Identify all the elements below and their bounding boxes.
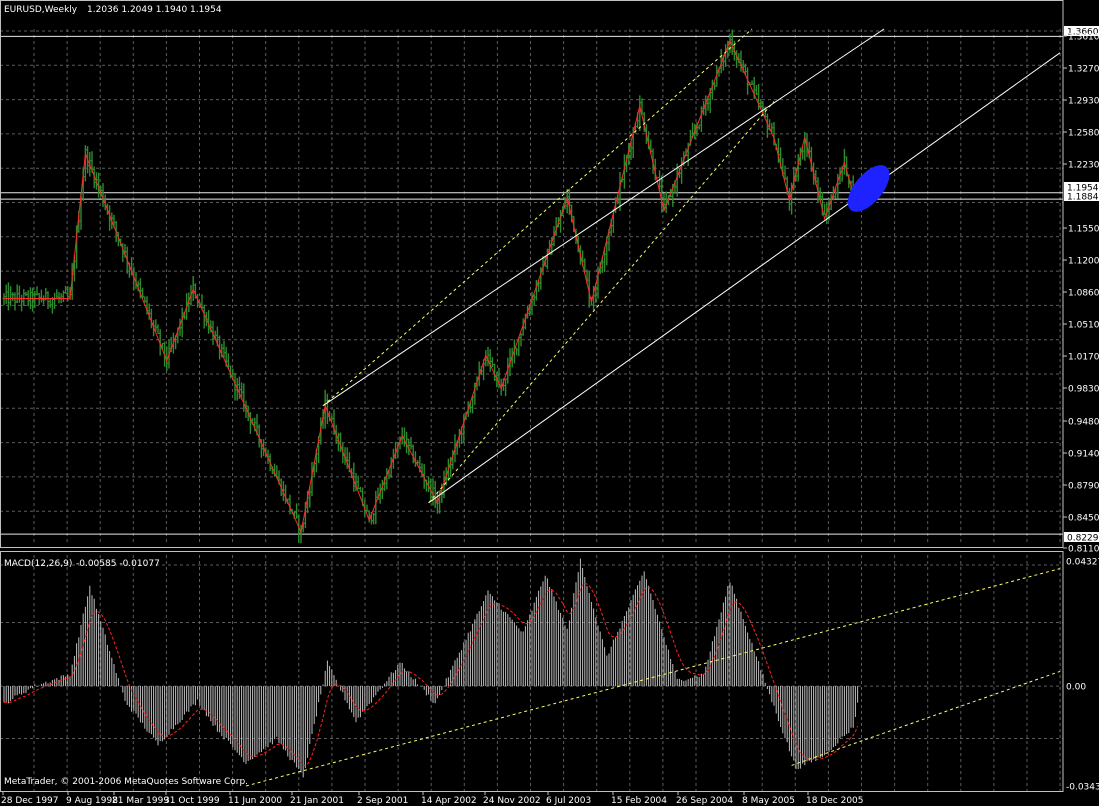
price-tick-label: 0.9140 xyxy=(1068,450,1099,460)
price-tick-label: 1.1550 xyxy=(1068,225,1099,235)
ohlc-values: 1.2036 1.2049 1.1940 1.1954 xyxy=(87,5,222,15)
price-tick-label: 1.0170 xyxy=(1068,353,1099,363)
x-tick-label: 21 Mar 1999 xyxy=(112,796,169,806)
x-tick-label: 31 Oct 1999 xyxy=(164,796,220,806)
price-tick-label: 1.3610 xyxy=(1068,33,1099,43)
x-tick-label: 2 Sep 2001 xyxy=(357,796,408,806)
x-tick-label: 6 Jul 2003 xyxy=(546,796,591,806)
watermark: MetaTrader, © 2001-2006 MetaQuotes Softw… xyxy=(4,777,248,787)
x-tick-label: 24 Nov 2002 xyxy=(483,796,541,806)
x-tick-label: 8 May 2005 xyxy=(742,796,795,806)
price-tick-label: 1.1884 xyxy=(1067,193,1099,203)
x-tick-label: 28 Dec 1997 xyxy=(1,796,59,806)
price-tick-label: 0.8229 xyxy=(1067,534,1099,544)
price-tick-label: 0.8450 xyxy=(1068,514,1099,524)
macd-values: -0.00585 -0.01077 xyxy=(76,559,160,569)
price-tick-label: 0.8790 xyxy=(1068,482,1099,492)
x-tick-label: 15 Feb 2004 xyxy=(611,796,667,806)
macd-tick-label: 0.04327 xyxy=(1066,558,1099,568)
x-tick-label: 14 Apr 2002 xyxy=(421,796,477,806)
price-tick-label: 0.8110 xyxy=(1068,545,1099,555)
price-tick-label: 1.2230 xyxy=(1068,161,1099,171)
macd-tick-label: 0.00 xyxy=(1066,683,1086,693)
x-tick-label: 11 Jun 2000 xyxy=(228,796,282,806)
x-tick-label: 21 Jan 2001 xyxy=(290,796,344,806)
chart[interactable]: 1.36601.36101.32701.29301.25801.22301.19… xyxy=(0,0,1099,806)
x-tick-label: 26 Sep 2004 xyxy=(676,796,733,806)
x-tick-label: 18 Dec 2005 xyxy=(806,796,864,806)
price-tick-label: 1.2580 xyxy=(1068,129,1099,139)
price-tick-label: 1.0860 xyxy=(1068,289,1099,299)
price-tick-label: 1.3270 xyxy=(1068,65,1099,75)
symbol-label: EURUSD,Weekly xyxy=(4,5,78,15)
price-tick-label: 1.2930 xyxy=(1068,97,1099,107)
price-tick-label: 1.1200 xyxy=(1068,257,1099,267)
x-tick-label: 9 Aug 1998 xyxy=(66,796,118,806)
price-tick-label: 0.9830 xyxy=(1068,385,1099,395)
macd-tick-label: -0.03435 xyxy=(1066,783,1099,793)
price-tick-label: 0.9480 xyxy=(1068,418,1099,428)
price-tick-label: 1.0510 xyxy=(1068,321,1099,331)
macd-label: MACD(12,26,9) xyxy=(4,559,72,569)
